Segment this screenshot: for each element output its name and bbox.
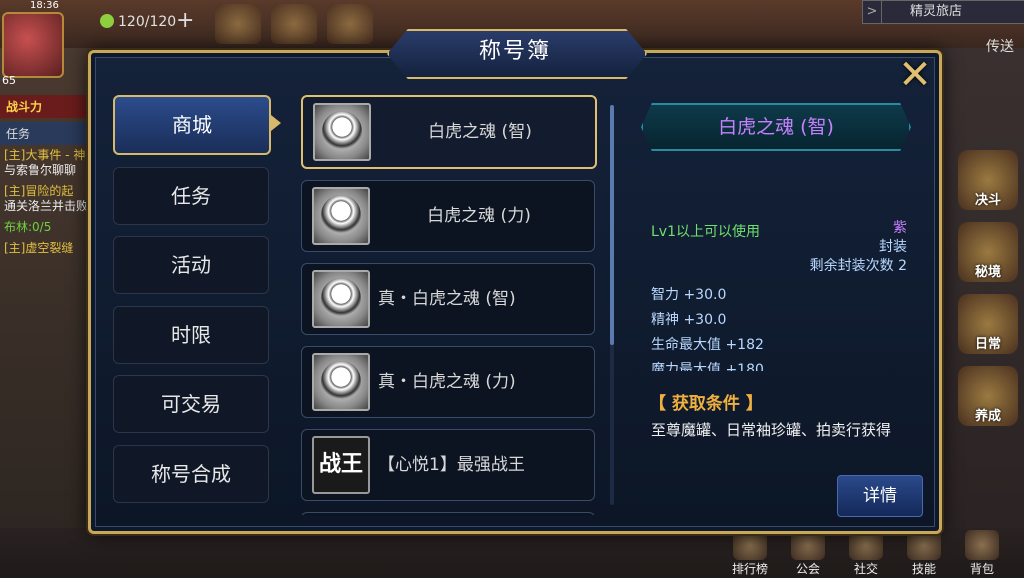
task-item[interactable]: 布林:0/5 [0, 217, 92, 238]
ranking-icon [733, 530, 767, 560]
ranking-label: 排行榜 [731, 562, 768, 576]
title-list-scrollbar[interactable] [610, 105, 614, 505]
task-item[interactable]: [主]大事件 - 神与索鲁尔聊聊 [0, 145, 92, 181]
ranking-button[interactable]: 排行榜 [728, 530, 772, 576]
duel-icon[interactable]: 决斗 [958, 150, 1018, 210]
social-icon [849, 530, 883, 560]
title-name: 白虎之魂 (力) [427, 206, 531, 226]
bottom-icon-bar: 排行榜 公会 社交 技能 背包 [728, 530, 1004, 576]
skill-icon [907, 530, 941, 560]
category-nav: 商城 任务 活动 时限 可交易 称号合成 [113, 95, 281, 514]
bag-button[interactable]: 背包 [960, 530, 1004, 576]
task-tag: [主]虚空裂缝 [4, 241, 74, 255]
task-item[interactable]: [主]冒险的起 通关洛兰并击败 [0, 181, 92, 217]
skill-label: 技能 [911, 562, 936, 576]
event-icon[interactable] [327, 4, 373, 44]
white-tiger-roar-icon [312, 187, 370, 245]
task-tag: 布林:0/5 [4, 220, 52, 234]
title-list-item[interactable]: 真・白虎之魂 (力) [301, 346, 595, 418]
seal-remaining: 剩余封装次数 2 [809, 258, 907, 274]
details-button[interactable]: 详情 [837, 475, 923, 517]
secret-realm-label: 秘境 [974, 265, 1001, 280]
detail-title: 白虎之魂 (智) [641, 103, 911, 151]
level-requirement: Lv1以上可以使用 [651, 224, 760, 240]
title-list-item[interactable]: 白虎之魂 (力) [301, 180, 595, 252]
energy-counter: 120/120 [100, 14, 176, 30]
bag-label: 背包 [969, 562, 994, 576]
scroll-thumb[interactable] [610, 105, 614, 345]
title-name: 真・白虎之魂 (力) [378, 372, 516, 392]
player-level: 65 [2, 74, 16, 87]
nav-item-task[interactable]: 任务 [113, 166, 269, 225]
player-avatar[interactable] [2, 12, 64, 78]
acquire-condition-text: 至尊魔罐、日常袖珍罐、拍卖行获得 [651, 421, 892, 439]
guild-button[interactable]: 公会 [786, 530, 830, 576]
active-nav-arrow-icon [271, 115, 281, 131]
seal-label: 封装 [879, 239, 907, 255]
stat-line: 精神 +30.0 [651, 312, 727, 328]
title-book-dialog: 称号簿 ✕ 商城 任务 活动 时限 可交易 称号合成 白虎之魂 (智) 白虎之魂… [88, 29, 942, 534]
title-list-item[interactable] [301, 512, 595, 515]
daily-label: 日常 [974, 337, 1001, 352]
stat-line: 魔力最大值 +180 [651, 362, 764, 371]
shop-button[interactable]: > 精灵旅店 [862, 0, 1024, 24]
title-list-item[interactable]: 白虎之魂 (智) [301, 95, 597, 169]
top-icon-bar [215, 4, 373, 44]
add-energy-button[interactable]: + [176, 8, 194, 33]
shop-label: 精灵旅店 [910, 4, 963, 19]
event-icon[interactable] [215, 4, 261, 44]
task-line: 与索鲁尔聊聊 [4, 163, 77, 177]
task-item[interactable]: [主]虚空裂缝 [0, 238, 92, 259]
title-list-item[interactable]: 真・白虎之魂 (智) [301, 263, 595, 335]
nav-item-tradable[interactable]: 可交易 [113, 375, 269, 433]
stat-list[interactable]: 智力 +30.0 精神 +30.0 生命最大值 +182 魔力最大值 +180 [651, 283, 891, 371]
stat-line: 智力 +30.0 [651, 287, 727, 303]
skill-button[interactable]: 技能 [902, 530, 946, 576]
social-label: 社交 [853, 562, 878, 576]
title-name: 白虎之魂 (智) [428, 122, 532, 142]
task-tracker: 战斗力 任务 [主]大事件 - 神与索鲁尔聊聊 [主]冒险的起 通关洛兰并击败 布… [0, 95, 92, 259]
task-tag: [主]大事件 - 神 [4, 148, 86, 162]
task-tag: [主]冒险的起 [4, 184, 74, 198]
event-icon[interactable] [271, 4, 317, 44]
secret-realm-icon[interactable]: 秘境 [958, 222, 1018, 282]
social-button[interactable]: 社交 [844, 530, 888, 576]
energy-value: 120/120 [118, 14, 177, 30]
nav-item-mall[interactable]: 商城 [113, 95, 271, 155]
title-name: 【心悦1】最强战王 [378, 455, 525, 475]
dialog-title: 称号簿 [478, 39, 551, 64]
stat-line: 生命最大值 +182 [651, 337, 764, 353]
teleport-label[interactable]: 传送 [986, 36, 1014, 56]
quality-label: 紫 [893, 220, 907, 236]
title-list-item[interactable]: 战王 【心悦1】最强战王 [301, 429, 595, 501]
energy-icon [100, 14, 114, 28]
expand-arrow-icon: > [863, 1, 882, 23]
right-icon-column: 决斗 秘境 日常 养成 [958, 150, 1018, 426]
title-list: 白虎之魂 (智) 白虎之魂 (力) 真・白虎之魂 (智) 真・白虎之魂 (力) … [301, 95, 601, 515]
daily-icon[interactable]: 日常 [958, 294, 1018, 354]
title-name: 真・白虎之魂 (智) [378, 289, 516, 309]
nav-item-title-synthesis[interactable]: 称号合成 [113, 444, 269, 503]
title-detail-panel: 白虎之魂 (智) Lv1以上可以使用 紫 封装 剩余封装次数 2 智力 +30.… [631, 93, 923, 523]
growth-label: 养成 [974, 409, 1001, 424]
nav-item-limited[interactable]: 时限 [113, 305, 269, 364]
bag-icon [965, 530, 999, 560]
duel-label: 决斗 [974, 193, 1001, 208]
white-tiger-roar-icon [312, 353, 370, 411]
task-line: 通关洛兰并击败 [4, 199, 89, 213]
white-tiger-icon [312, 270, 370, 328]
battle-power-label: 战斗力 [0, 95, 92, 118]
battle-king-badge-icon: 战王 [312, 436, 370, 494]
task-tab[interactable]: 任务 [0, 122, 92, 145]
growth-icon[interactable]: 养成 [958, 366, 1018, 426]
close-x-icon[interactable]: ✕ [895, 55, 935, 97]
nav-item-event[interactable]: 活动 [113, 236, 269, 294]
white-tiger-icon [313, 103, 371, 161]
clock: 18:36 [30, 0, 59, 11]
guild-icon [791, 530, 825, 560]
guild-label: 公会 [795, 562, 820, 576]
acquire-condition-title: 【 获取条件 】 [649, 394, 763, 414]
